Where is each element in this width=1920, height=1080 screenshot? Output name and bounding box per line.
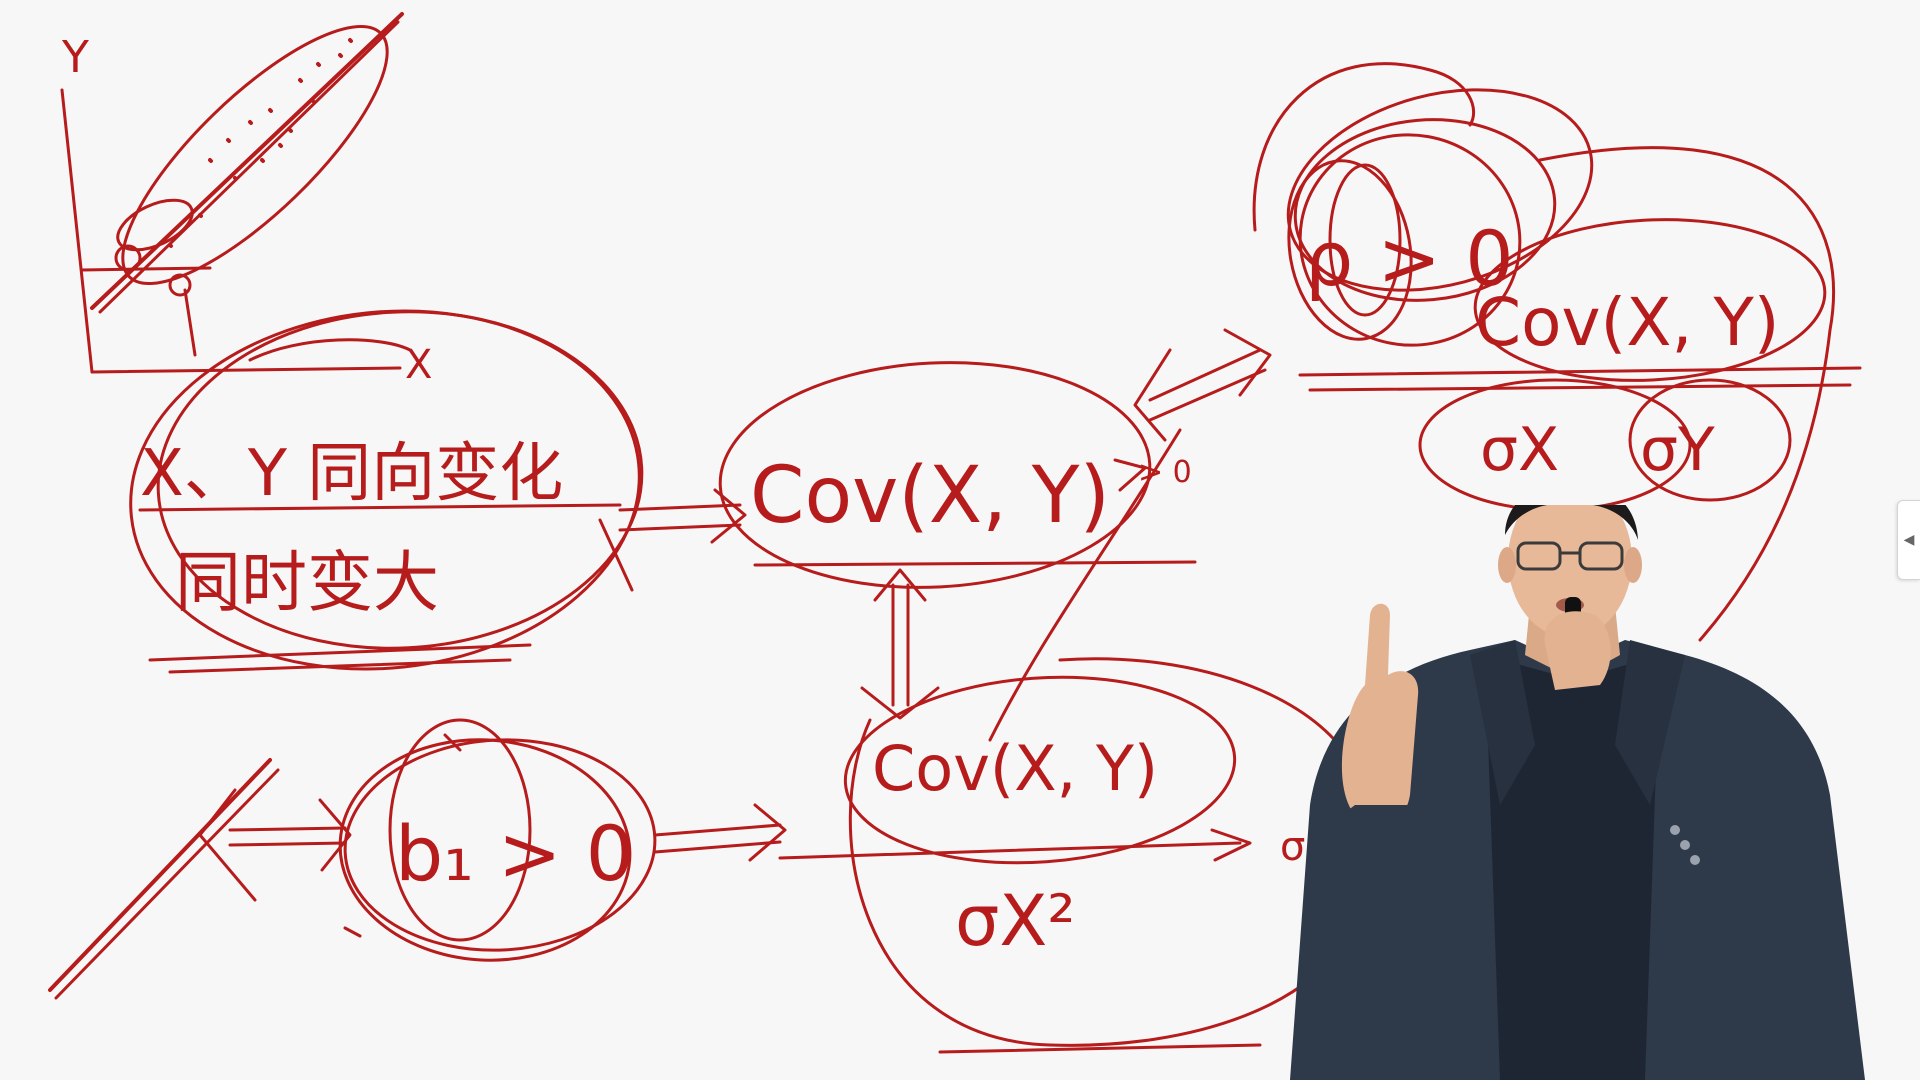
double-arrow-vertical — [860, 568, 940, 720]
side-panel-toggle[interactable]: ◀ — [1897, 500, 1920, 580]
left-oval-line1: X、Y 同向变化 — [140, 437, 563, 511]
axis-y-label: Y — [61, 32, 89, 83]
right-denominator-b: σY — [1640, 415, 1715, 485]
regression-line-shadow — [98, 20, 400, 314]
jacket-button — [1690, 855, 1700, 865]
center-bottom-denominator: σX² — [955, 880, 1075, 962]
bottom-diagonal-line — [48, 758, 272, 992]
center-top-result: > 0 — [1138, 455, 1192, 490]
double-arrow-horizontal — [198, 788, 352, 902]
jacket-button — [1670, 825, 1680, 835]
right-denominator-a: σX — [1480, 415, 1559, 485]
presenter-video-overlay — [1290, 505, 1865, 1080]
center-top-formula: Cov(X, Y) — [750, 451, 1110, 541]
presenter-figure — [1290, 505, 1865, 1080]
vertical-tick — [183, 288, 197, 357]
y-axis-line — [60, 88, 94, 374]
arrow-bottom-to-center — [653, 803, 787, 862]
axis-x-label: X — [405, 342, 432, 388]
arrow-center-to-right — [1133, 328, 1272, 442]
collapse-left-icon: ◀ — [1903, 532, 1915, 548]
presenter-hand-right — [1544, 611, 1611, 690]
left-oval-line2: 同时变大 — [175, 544, 439, 621]
jacket-button — [1680, 840, 1690, 850]
scatter-dots — [168, 38, 353, 248]
right-numerator: Cov(X, Y) — [1475, 284, 1780, 361]
presenter-hand-left — [1341, 603, 1419, 826]
center-bottom-numerator: Cov(X, Y) — [872, 732, 1158, 805]
x-axis-line — [90, 366, 402, 374]
scatter-plot-sketch — [60, 12, 404, 374]
bottom-left-formula: b₁ > 0 — [395, 809, 634, 898]
whiteboard-stage: Y X X、Y 同向变化 同时变大 Cov(X, Y) > 0 Cov(X, Y… — [0, 0, 1920, 1080]
